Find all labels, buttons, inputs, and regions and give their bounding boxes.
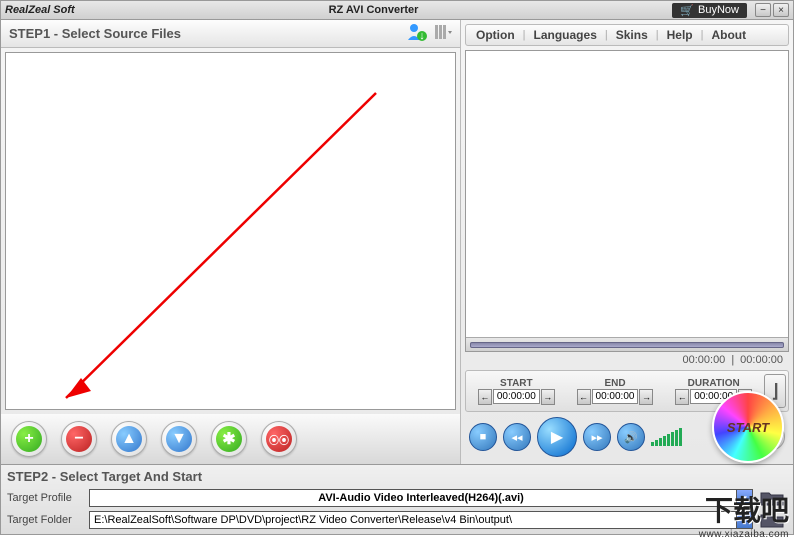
target-profile-combo[interactable]: AVI-Audio Video Interleaved(H264)(.avi) … [89,489,753,507]
menu-languages[interactable]: Languages [530,28,601,42]
move-up-button[interactable]: ▲ [111,421,147,457]
menu-option[interactable]: Option [472,28,519,42]
menu-skins[interactable]: Skins [612,28,652,42]
volume-indicator[interactable] [651,428,682,446]
folder-dropdown-button[interactable]: ▼ [736,512,752,528]
target-profile-label: Target Profile [7,492,85,504]
target-folder-row: Target Folder E:\RealZealSoft\Software D… [7,510,787,530]
time-display: 00:00:00 | 00:00:00 [465,352,789,368]
video-preview [465,50,789,352]
trim-end-label: END [604,378,625,389]
minimize-button[interactable]: − [755,3,771,17]
profile-dropdown-button[interactable]: ▼ [736,490,752,506]
app-title: RZ AVI Converter [75,4,673,16]
close-button[interactable]: × [773,3,789,17]
profile-browse-button[interactable] [757,488,787,508]
move-down-button[interactable]: ▼ [161,421,197,457]
target-profile-value: AVI-Audio Video Interleaved(H264)(.avi) [318,492,524,504]
folder-browse-button[interactable] [757,510,787,530]
prev-button[interactable]: ◂◂ [503,423,531,451]
step2-panel: STEP2 - Select Target And Start Target P… [0,465,794,535]
time-elapsed: 00:00:00 [682,354,725,366]
trim-end-value[interactable]: 00:00:00 [592,389,639,404]
settings-button[interactable]: ✱ [211,421,247,457]
buy-now-label: BuyNow [698,4,739,16]
step1-header: STEP1 - Select Source Files ↓ [1,20,460,48]
user-add-icon[interactable]: ↓ [406,22,428,45]
next-button[interactable]: ▸▸ [583,423,611,451]
annotation-arrow [6,53,466,413]
start-button-label: START [727,420,769,435]
menu-bar: Option| Languages| Skins| Help| About [465,24,789,46]
window-controls: − × [755,3,789,17]
effects-button[interactable]: ⦿⦿ [261,421,297,457]
trim-start-label: START [500,378,533,389]
remove-file-button[interactable]: − [61,421,97,457]
trim-end: END ← 00:00:00 → [567,378,664,405]
mute-button[interactable]: 🔊 [617,423,645,451]
columns-icon[interactable] [434,23,452,44]
left-pane: STEP1 - Select Source Files ↓ + − ▲ ▼ ✱ … [1,20,461,464]
play-button[interactable]: ▶ [537,417,577,457]
step1-title: STEP1 - Select Source Files [9,26,181,41]
source-file-list[interactable] [5,52,456,410]
trim-start: START ← 00:00:00 → [468,378,565,405]
start-next-button[interactable]: → [541,389,555,405]
target-folder-combo[interactable]: E:\RealZealSoft\Software DP\DVD\project\… [89,511,753,529]
menu-about[interactable]: About [707,28,750,42]
start-prev-button[interactable]: ← [478,389,492,405]
step1-header-icons: ↓ [406,22,452,45]
trim-duration-label: DURATION [688,378,740,389]
svg-text:↓: ↓ [419,30,425,42]
start-convert-button[interactable]: START [712,391,784,463]
step2-title: STEP2 - Select Target And Start [7,467,787,486]
target-folder-label: Target Folder [7,514,85,526]
end-next-button[interactable]: → [639,389,653,405]
stop-button[interactable]: ■ [469,423,497,451]
brand-label: RealZeal Soft [5,4,75,16]
trim-start-value[interactable]: 00:00:00 [493,389,540,404]
dur-prev-button[interactable]: ← [675,389,689,405]
add-file-button[interactable]: + [11,421,47,457]
title-bar: RealZeal Soft RZ AVI Converter 🛒 BuyNow … [0,0,794,20]
app-body: STEP1 - Select Source Files ↓ + − ▲ ▼ ✱ … [0,20,794,465]
time-total: 00:00:00 [740,354,783,366]
menu-help[interactable]: Help [663,28,697,42]
file-toolbar: + − ▲ ▼ ✱ ⦿⦿ [1,414,460,464]
target-profile-row: Target Profile AVI-Audio Video Interleav… [7,488,787,508]
target-folder-value: E:\RealZealSoft\Software DP\DVD\project\… [94,514,512,526]
end-prev-button[interactable]: ← [577,389,591,405]
seek-bar[interactable] [466,337,788,351]
buy-now-button[interactable]: 🛒 BuyNow [672,3,747,18]
cart-icon: 🛒 [680,4,694,17]
